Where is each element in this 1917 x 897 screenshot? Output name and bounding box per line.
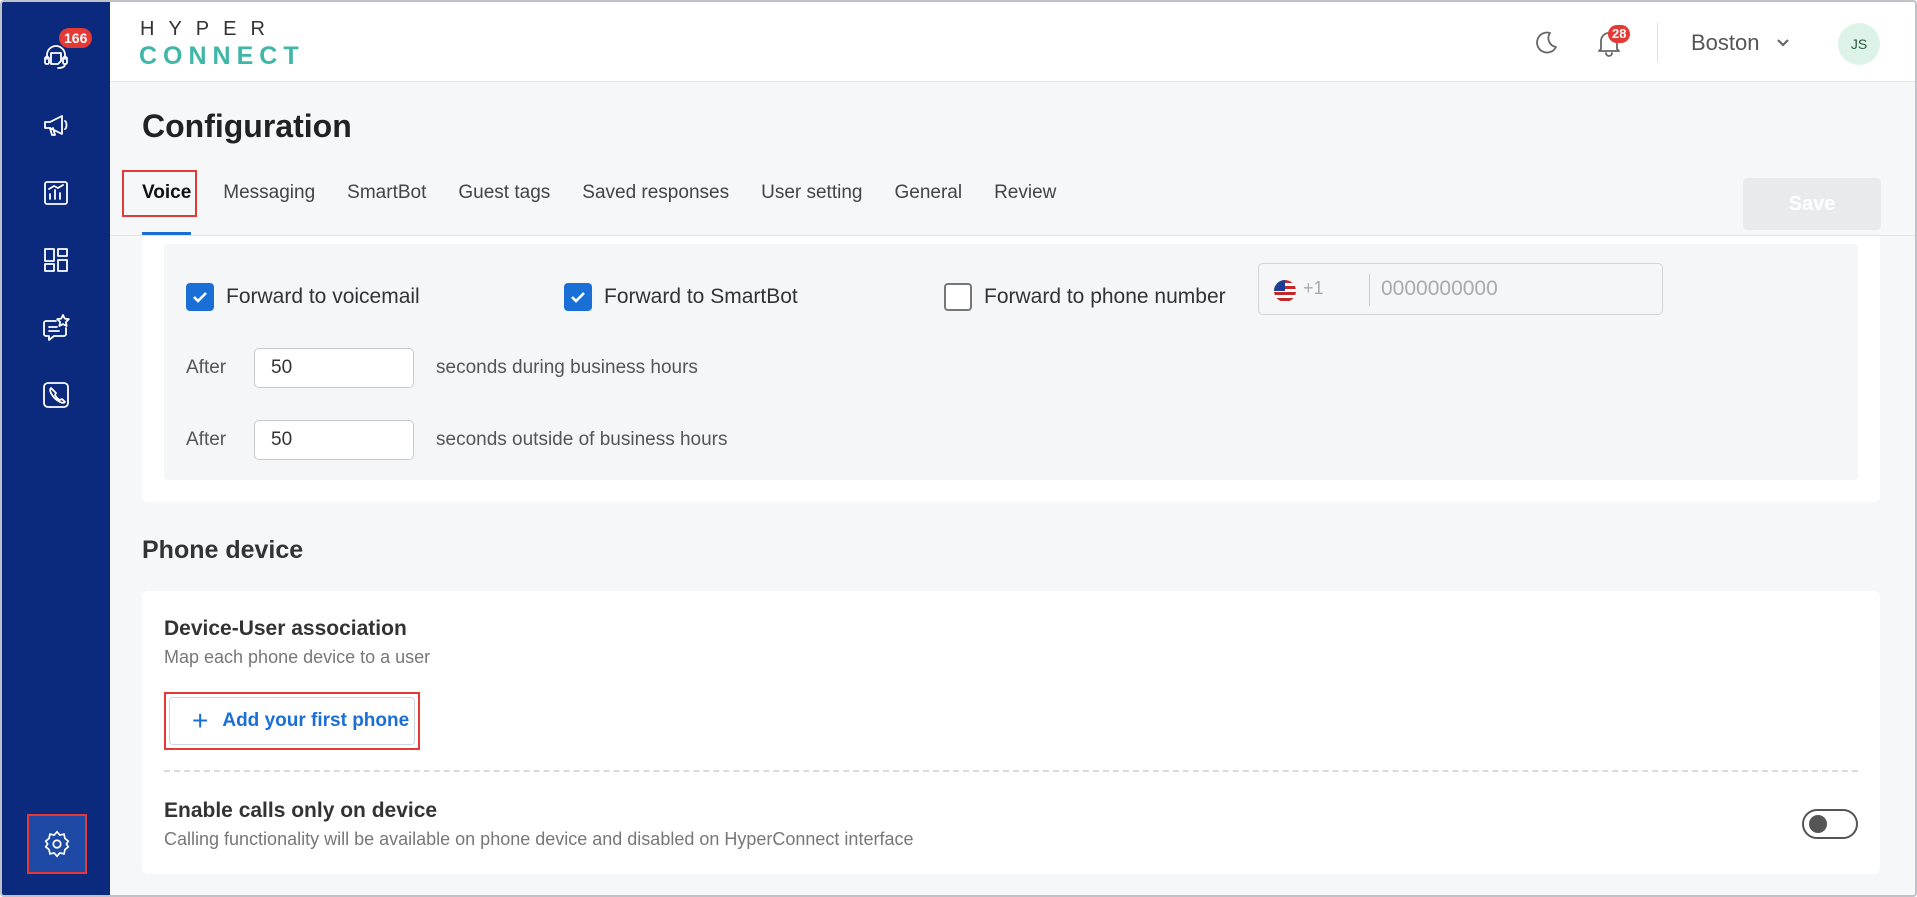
forward-smartbot-checkbox[interactable]: Forward to SmartBot xyxy=(564,283,798,311)
phone-number-placeholder[interactable]: 0000000000 xyxy=(1381,277,1498,301)
app-window: 166 HYPER CONNECT 28 Boston JS Configura… xyxy=(0,0,1917,897)
sidebar-item-campaigns[interactable] xyxy=(33,102,79,148)
chevron-down-icon xyxy=(1776,39,1789,47)
forward-phone-label: Forward to phone number xyxy=(984,285,1226,308)
sidebar-item-reviews[interactable] xyxy=(33,305,79,351)
sidebar-item-support[interactable]: 166 xyxy=(33,28,93,80)
location-selector[interactable]: Boston xyxy=(1691,30,1792,56)
tab-guest-tags[interactable]: Guest tags xyxy=(458,182,550,235)
outside-hours-text: seconds outside of business hours xyxy=(436,429,728,450)
phone-field-divider xyxy=(1369,274,1370,306)
add-first-phone-label: Add your first phone xyxy=(222,710,410,731)
device-user-association-title: Device-User association xyxy=(164,617,407,640)
tab-bar: Voice Messaging SmartBot Guest tags Save… xyxy=(142,182,1056,235)
toggle-knob xyxy=(1809,815,1827,833)
dark-mode-toggle[interactable] xyxy=(1530,28,1560,58)
tab-review[interactable]: Review xyxy=(994,182,1056,235)
save-button[interactable]: Save xyxy=(1743,178,1881,230)
sidebar-item-analytics[interactable] xyxy=(33,170,79,216)
after-label: After xyxy=(186,357,227,378)
enable-calls-subtitle: Calling functionality will be available … xyxy=(164,829,914,849)
analytics-icon xyxy=(44,181,68,205)
sidebar-item-calls[interactable] xyxy=(33,372,79,418)
forward-phone-checkbox[interactable]: Forward to phone number xyxy=(944,283,1226,311)
tab-saved-responses[interactable]: Saved responses xyxy=(582,182,729,235)
device-user-association-subtitle: Map each phone device to a user xyxy=(164,647,431,667)
country-code[interactable]: +1 xyxy=(1303,278,1324,299)
add-first-phone-highlight: + Add your first phone xyxy=(164,692,420,750)
support-badge: 166 xyxy=(59,28,93,48)
plus-icon: + xyxy=(192,705,209,736)
logo-top-text: HYPER xyxy=(140,18,279,40)
forward-voicemail-label: Forward to voicemail xyxy=(226,285,420,308)
outside-hours-row: After 50 seconds outside of business hou… xyxy=(186,420,728,460)
notifications-button[interactable]: 28 xyxy=(1594,25,1631,58)
phone-icon xyxy=(43,382,69,408)
checkmark-icon xyxy=(571,292,585,303)
top-header: HYPER CONNECT 28 Boston JS xyxy=(110,2,1915,82)
voice-tab-highlight xyxy=(122,170,197,217)
page-title: Configuration xyxy=(142,108,352,144)
forwarding-card: Forward to voicemail Forward to SmartBot… xyxy=(142,236,1880,502)
avatar[interactable]: JS xyxy=(1838,23,1880,65)
checkbox-unchecked[interactable] xyxy=(944,283,972,311)
sidebar-item-dashboard[interactable] xyxy=(33,237,79,283)
phone-device-card: Device-User association Map each phone d… xyxy=(142,591,1880,874)
logo-bottom-text: CONNECT xyxy=(139,42,305,70)
tab-general[interactable]: General xyxy=(894,182,962,235)
checkbox-checked[interactable] xyxy=(564,283,592,311)
phone-device-section-title: Phone device xyxy=(142,536,304,564)
forward-voicemail-checkbox[interactable]: Forward to voicemail xyxy=(186,283,420,311)
notification-badge: 28 xyxy=(1608,25,1631,43)
moon-icon xyxy=(1536,31,1557,54)
section-divider xyxy=(164,770,1858,772)
enable-calls-toggle[interactable] xyxy=(1802,809,1858,839)
business-hours-seconds-input[interactable]: 50 xyxy=(254,348,414,388)
sidebar: 166 xyxy=(2,2,110,895)
tab-smartbot[interactable]: SmartBot xyxy=(347,182,426,235)
checkmark-icon xyxy=(193,292,207,303)
tab-user-setting[interactable]: User setting xyxy=(761,182,862,235)
after-label: After xyxy=(186,429,227,450)
business-hours-row: After 50 seconds during business hours xyxy=(186,348,698,388)
dashboard-grid-icon xyxy=(44,248,68,272)
forward-smartbot-label: Forward to SmartBot xyxy=(604,285,798,308)
enable-calls-title: Enable calls only on device xyxy=(164,799,438,822)
settings-button[interactable] xyxy=(27,814,87,874)
phone-number-field[interactable]: +1 0000000000 xyxy=(1258,263,1663,315)
tab-messaging[interactable]: Messaging xyxy=(223,182,315,235)
business-hours-text: seconds during business hours xyxy=(436,357,698,378)
checkbox-checked[interactable] xyxy=(186,283,214,311)
header-divider xyxy=(1657,22,1658,62)
forwarding-panel: Forward to voicemail Forward to SmartBot… xyxy=(164,244,1858,480)
gear-icon xyxy=(44,830,70,858)
chat-star-icon xyxy=(43,314,70,341)
us-flag-icon[interactable] xyxy=(1274,280,1296,302)
megaphone-icon xyxy=(44,115,68,136)
add-first-phone-button[interactable]: + Add your first phone xyxy=(169,697,415,745)
outside-hours-seconds-input[interactable]: 50 xyxy=(254,420,414,460)
location-label: Boston xyxy=(1691,30,1760,55)
